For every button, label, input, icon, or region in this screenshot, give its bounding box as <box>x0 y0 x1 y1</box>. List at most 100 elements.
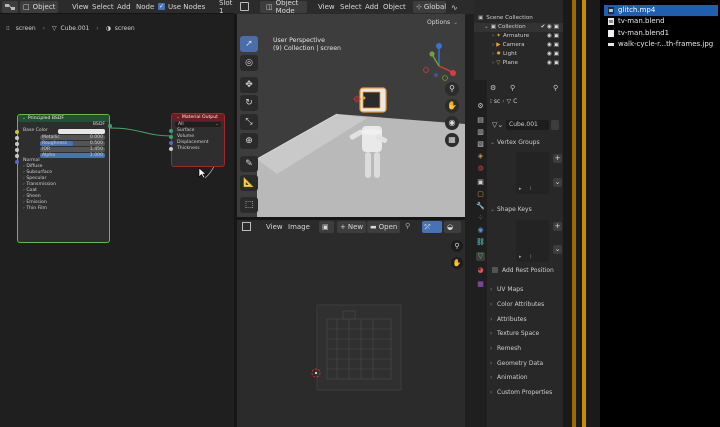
scale-tool[interactable]: ⤡ <box>240 114 258 130</box>
input-socket[interactable] <box>169 129 173 133</box>
image-browse-button[interactable]: ▣ <box>319 221 334 233</box>
add-shape-key-button[interactable]: + <box>553 222 562 231</box>
uv-editor[interactable]: View Image ▣ + New ▬ Open ⚲ ⤱ ◒ ⚲ ✋ <box>237 220 465 427</box>
collapse-icon[interactable]: ⌄ <box>176 115 180 120</box>
3d-viewport[interactable]: User Perspective (9) Collection | screen… <box>237 14 465 217</box>
outliner-scene-collection[interactable]: ▣ Scene Collection <box>474 14 563 23</box>
section-uv-maps[interactable]: › UV Maps <box>490 283 561 296</box>
cursor-tool[interactable]: ◎ <box>240 55 258 71</box>
outliner-item[interactable]: › ✦ Armature ◉ ▣ <box>474 32 563 41</box>
physics-tab-icon[interactable]: ◉ <box>476 226 485 235</box>
sync-selection-button[interactable]: ⤱ <box>422 221 442 233</box>
measure-tool[interactable]: 📐 <box>240 175 258 191</box>
section-texture-space[interactable]: › Texture Space <box>490 327 561 340</box>
menu-view[interactable]: View <box>263 221 286 233</box>
add-cube-tool[interactable]: ⬚ <box>240 197 258 213</box>
section-shape-keys[interactable]: ⌄ Shape Keys <box>490 203 561 216</box>
menu-image[interactable]: Image <box>285 221 313 233</box>
menu-view[interactable]: View <box>315 1 338 13</box>
menu-select[interactable]: Select <box>337 1 365 13</box>
uv-editor-icon[interactable] <box>242 222 251 231</box>
input-socket[interactable] <box>169 135 173 139</box>
search-icon[interactable]: ⚲ <box>510 84 515 92</box>
grid-toggle-icon[interactable]: ▦ <box>445 133 459 147</box>
target-dropdown[interactable]: All ⌄ <box>175 121 221 127</box>
scene-tab-icon[interactable]: ◈ <box>476 152 485 161</box>
visibility-icons[interactable]: ✔ ◉ ▣ <box>541 23 559 32</box>
modifier-tab-icon[interactable]: 🔧 <box>476 202 485 211</box>
texture-tab-icon[interactable]: ▦ <box>476 280 485 289</box>
world-tab-icon[interactable]: ◍ <box>476 164 485 173</box>
section-color-attributes[interactable]: › Color Attributes <box>490 298 561 311</box>
outliner-item[interactable]: › ✹ Light ◉ ▣ <box>474 50 563 59</box>
section-custom-properties[interactable]: › Custom Properties <box>490 386 561 399</box>
file-item[interactable]: tv-man.blend1 <box>604 28 718 39</box>
section-remesh[interactable]: › Remesh <box>490 342 561 355</box>
pan-hand-icon[interactable]: ✋ <box>445 99 459 113</box>
menu-object[interactable]: Object <box>380 1 409 13</box>
outliner-collection[interactable]: ⌄ ▣ Collection ✔ ◉ ▣ <box>474 23 563 32</box>
input-socket[interactable] <box>169 147 173 151</box>
section-attributes[interactable]: › Attributes <box>490 313 561 326</box>
section-vertex-groups[interactable]: ⌄ Vertex Groups <box>490 136 561 149</box>
constraints-tab-icon[interactable]: ⛓ <box>476 238 485 247</box>
snap-icon[interactable]: ∿ <box>451 3 458 12</box>
section-animation[interactable]: › Animation <box>490 371 561 384</box>
object-tab-icon[interactable]: ▢ <box>476 190 485 199</box>
tool-tab-icon[interactable]: ⚙ <box>476 102 485 111</box>
file-item[interactable]: walk-cycle-r...th-frames.jpg <box>604 39 718 50</box>
pin-icon[interactable]: ⚲ <box>405 222 410 230</box>
list-grip-icon[interactable]: ⁞ <box>530 186 532 192</box>
file-list[interactable]: glitch.mp4 tv-man.blend tv-man.blend1 wa… <box>600 0 720 427</box>
vertex-groups-list[interactable]: ▸ ⁞ <box>516 152 549 194</box>
output-tab-icon[interactable]: ▥ <box>476 128 485 137</box>
render-tab-icon[interactable]: ▤ <box>476 116 485 125</box>
material-tab-icon[interactable]: ◕ <box>476 266 485 275</box>
file-item[interactable]: glitch.mp4 <box>604 5 718 16</box>
list-grip-icon[interactable]: ⁞ <box>530 254 532 260</box>
particles-tab-icon[interactable]: ⁘ <box>476 214 485 223</box>
visibility-icons[interactable]: ◉ ▣ <box>547 59 559 68</box>
zoom-icon[interactable]: ⚲ <box>445 82 459 96</box>
move-tool[interactable]: ✥ <box>240 77 258 93</box>
overlay-button[interactable]: ◒ <box>444 221 461 233</box>
options-dropdown[interactable]: Options ⌄ <box>424 17 462 27</box>
add-vertex-group-button[interactable]: + <box>553 154 562 163</box>
file-item[interactable]: tv-man.blend <box>604 16 718 27</box>
data-tab-icon[interactable]: ▽ <box>476 252 485 261</box>
outliner[interactable]: ▣ Scene Collection ⌄ ▣ Collection ✔ ◉ ▣ › ✦ A… <box>474 0 563 80</box>
material-output-node[interactable]: ⌄ Material Output All ⌄ Surface Volume Dis… <box>169 113 225 167</box>
transform-orientation-dropdown[interactable]: ⊹ Global <box>413 1 446 13</box>
chevron-down-icon[interactable]: ⌄ <box>553 245 562 254</box>
visibility-icons[interactable]: ◉ ▣ <box>547 32 559 41</box>
resize-handle-icon[interactable]: ▸ <box>519 254 522 260</box>
mesh-name-field[interactable]: Cube.001 <box>506 120 549 130</box>
chevron-down-icon[interactable]: ⌄ <box>553 178 562 187</box>
visibility-icons[interactable]: ◉ ▣ <box>547 50 559 59</box>
object-mode-dropdown[interactable]: ◫ Object Mode <box>263 0 307 15</box>
fake-user-icon[interactable] <box>551 120 559 130</box>
menu-add[interactable]: Add <box>362 1 382 13</box>
properties-editor[interactable]: ⚙ ▤ ▥ ▧ ◈ ◍ ▣ ▢ 🔧 ⁘ ◉ ⛓ ▽ ◕ ▦ ⚙ ⚲ ⚲ ⁝ sc… <box>474 80 563 427</box>
transform-tool[interactable]: ⊕ <box>240 133 258 149</box>
viewport-editor-icon[interactable] <box>240 2 249 11</box>
outliner-item[interactable]: › ▽ Plane ◉ ▣ <box>474 59 563 68</box>
view-layer-tab-icon[interactable]: ▧ <box>476 140 485 149</box>
input-socket[interactable] <box>169 141 173 145</box>
properties-editor-icon[interactable]: ⚙ <box>490 84 496 92</box>
rotate-tool[interactable]: ↻ <box>240 95 258 111</box>
mesh-data-icon[interactable]: ▽⌄ <box>492 121 503 129</box>
open-image-button[interactable]: ▬ Open <box>367 221 401 233</box>
section-geometry-data[interactable]: › Geometry Data <box>490 357 561 370</box>
add-rest-position-row[interactable]: Add Rest Position <box>492 266 561 276</box>
new-image-button[interactable]: + New <box>337 221 367 233</box>
select-box-tool[interactable]: ➚ <box>240 36 258 52</box>
shape-keys-list[interactable]: ▸ ⁞ <box>516 220 549 262</box>
collection-tab-icon[interactable]: ▣ <box>476 178 485 187</box>
outliner-item[interactable]: › ▶ Camera ◉ ▣ <box>474 41 563 50</box>
visibility-icons[interactable]: ◉ ▣ <box>547 41 559 50</box>
pin-icon[interactable]: ⚲ <box>553 84 558 92</box>
add-rest-position-checkbox[interactable] <box>492 267 498 273</box>
resize-handle-icon[interactable]: ▸ <box>519 186 522 192</box>
camera-view-icon[interactable]: ◉ <box>445 116 459 130</box>
